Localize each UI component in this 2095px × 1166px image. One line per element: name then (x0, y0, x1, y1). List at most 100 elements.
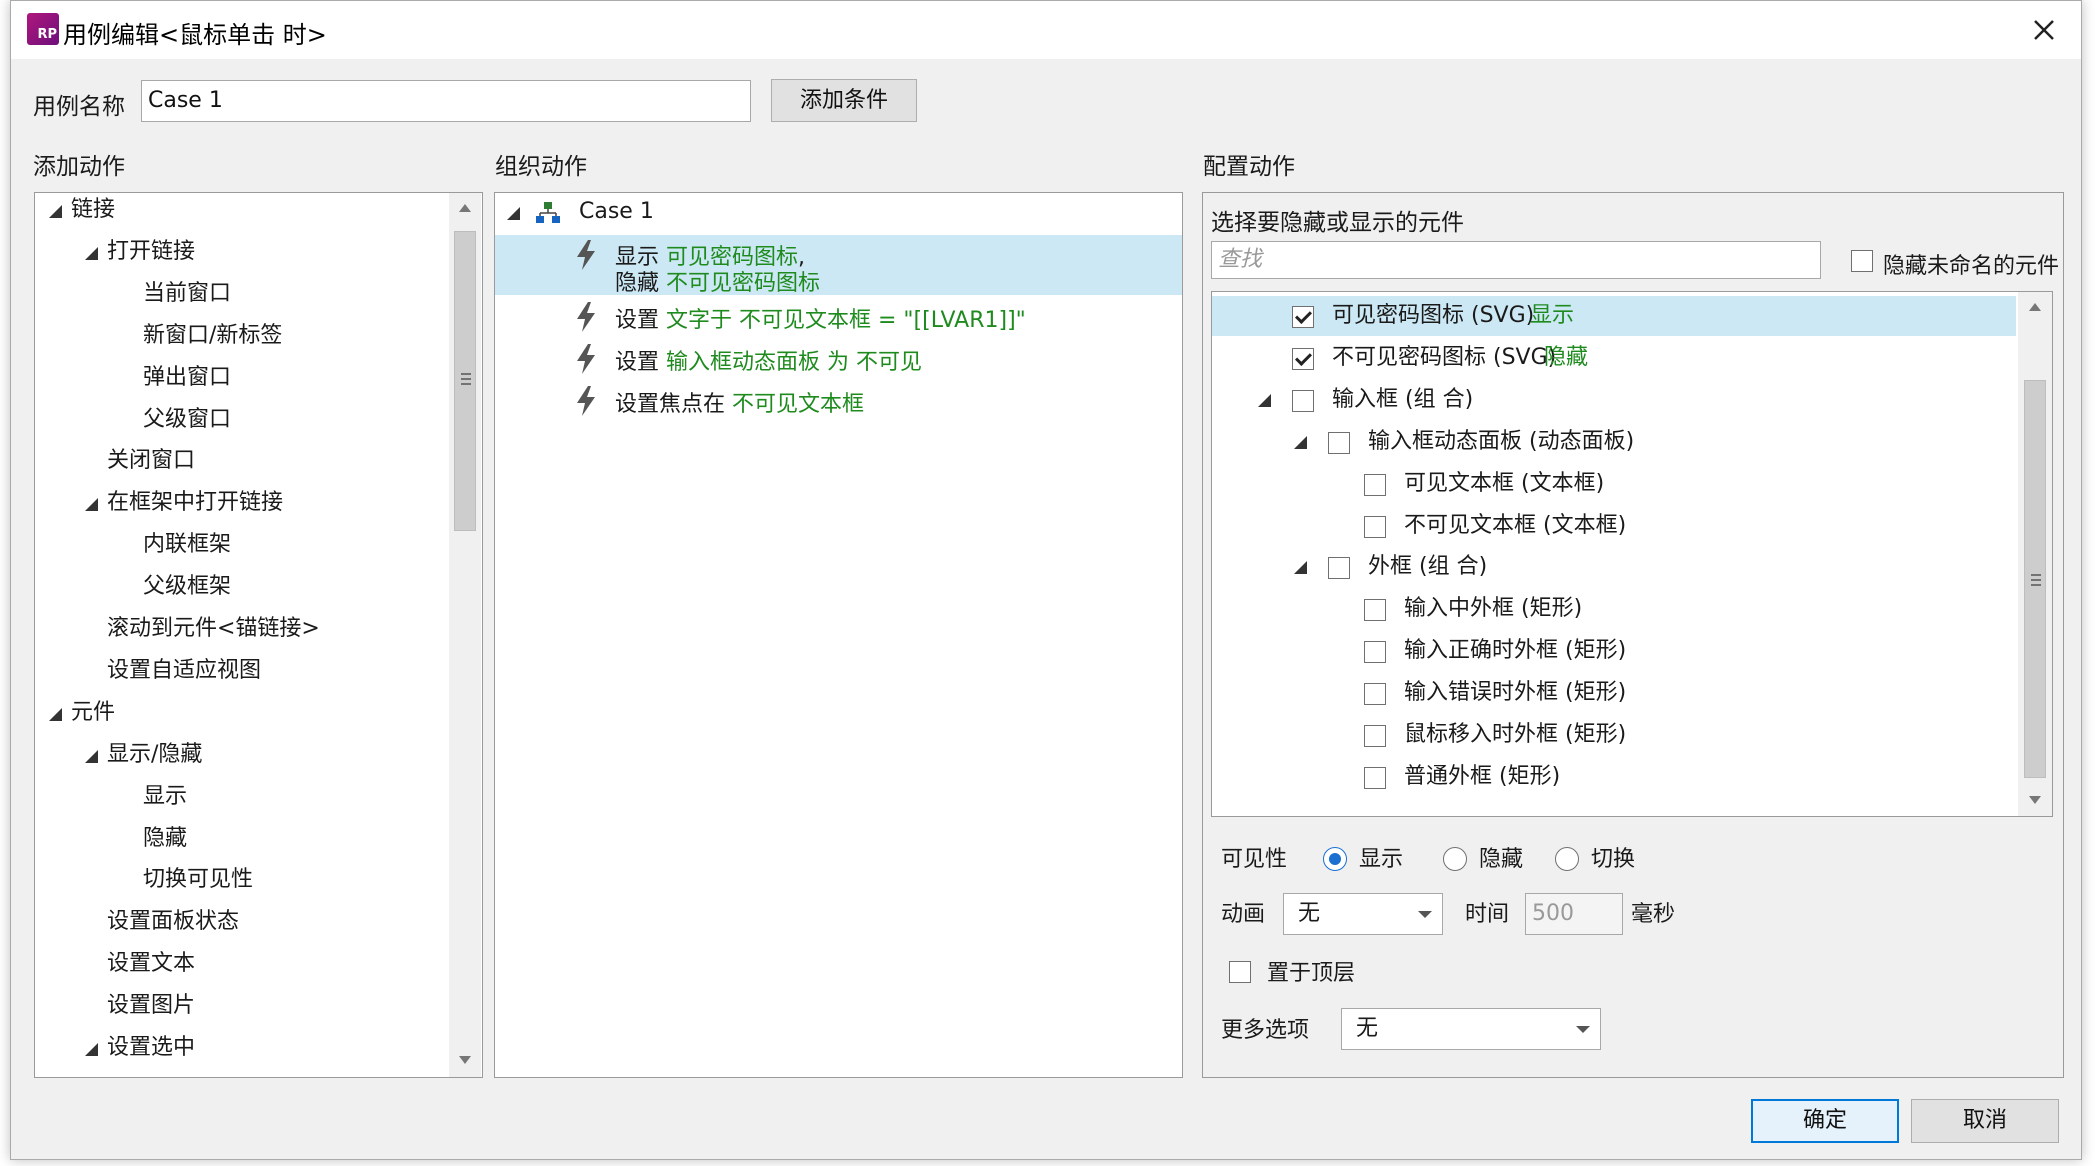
tree-item[interactable]: 打开链接 (35, 237, 445, 269)
expand-triangle-icon[interactable] (85, 749, 98, 763)
chevron-down-icon (1418, 911, 1432, 918)
tree-item-label: 设置选中 (107, 1035, 196, 1060)
case-name-input[interactable]: Case 1 (141, 80, 751, 122)
more-options-select[interactable]: 无 (1341, 1008, 1601, 1050)
expand-triangle-icon[interactable] (85, 498, 98, 512)
widget-item[interactable]: 输入错误时外框 (矩形) (1212, 673, 2016, 713)
widget-checkbox[interactable] (1364, 515, 1386, 538)
action-item[interactable]: 设置 输入框动态面板 为 不可见 (495, 339, 1182, 381)
expand-triangle-icon[interactable] (507, 207, 520, 220)
tree-item[interactable]: 当前窗口 (35, 279, 445, 311)
widget-checkbox[interactable] (1364, 766, 1386, 789)
expand-triangle-icon[interactable] (49, 707, 62, 721)
tree-item[interactable]: 元件 (35, 698, 445, 730)
tree-item[interactable]: 显示/隐藏 (35, 740, 445, 772)
configure-actions-heading: 配置动作 (1203, 154, 1295, 180)
widget-checkbox[interactable] (1364, 683, 1386, 706)
widget-item[interactable]: 输入正确时外框 (矩形) (1212, 631, 2016, 671)
widget-search-input[interactable]: 查找 (1211, 241, 1821, 279)
tree-item[interactable]: 关闭窗口 (35, 446, 445, 478)
tree-item[interactable]: 设置自适应视图 (35, 656, 445, 688)
time-unit-label: 毫秒 (1631, 902, 1676, 927)
scroll-up-icon[interactable] (2028, 302, 2042, 312)
widget-checkbox[interactable] (1364, 599, 1386, 622)
scroll-down-icon[interactable] (458, 1055, 472, 1065)
bring-to-front-checkbox[interactable] (1229, 961, 1251, 983)
tree-item[interactable]: 设置选中 (35, 1033, 445, 1065)
widget-item[interactable]: 可见密码图标 (SVG) 显示 (1212, 296, 2016, 336)
expand-triangle-icon[interactable] (1294, 435, 1307, 449)
action-item[interactable]: 设置 文字于 不可见文本框 = "[[LVAR1]]" (495, 297, 1182, 339)
tree-item[interactable]: 设置图片 (35, 991, 445, 1023)
time-input[interactable]: 500 (1525, 893, 1623, 935)
widget-status: 显示 (1530, 303, 1575, 328)
expand-triangle-icon[interactable] (85, 1043, 98, 1056)
close-button[interactable] (2023, 9, 2065, 51)
tree-item[interactable]: 父级窗口 (35, 405, 445, 437)
widget-checkbox[interactable] (1364, 725, 1386, 747)
add-actions-scrollbar[interactable] (449, 193, 481, 1077)
case-node[interactable]: Case 1 (495, 197, 1182, 229)
tree-item[interactable]: 显示 (35, 782, 445, 814)
tree-item[interactable]: 切换可见性 (35, 865, 445, 897)
tree-item[interactable]: 设置文本 (35, 949, 445, 981)
add-actions-scroll-thumb[interactable] (454, 231, 476, 531)
scroll-down-icon[interactable] (2028, 795, 2042, 805)
widget-item[interactable]: 输入框动态面板 (动态面板) (1212, 422, 2016, 462)
action-line: 设置 文字于 不可见文本框 = "[[LVAR1]]" (615, 302, 1026, 334)
ok-button[interactable]: 确定 (1751, 1099, 1899, 1143)
tree-item[interactable]: 内联框架 (35, 530, 445, 562)
widget-item[interactable]: 不可见密码图标 (SVG) 隐藏 (1212, 338, 2016, 378)
lightning-icon (573, 343, 599, 374)
widget-checkbox[interactable] (1364, 473, 1386, 496)
action-verb: 设置 (615, 350, 666, 375)
visibility-show-label: 显示 (1359, 847, 1404, 872)
expand-triangle-icon[interactable] (1258, 393, 1271, 407)
tree-item-label: 显示/隐藏 (107, 741, 203, 767)
action-verb: 设置焦点在 (615, 392, 732, 417)
animation-select[interactable]: 无 (1283, 893, 1443, 935)
tree-item[interactable]: 新窗口/新标签 (35, 321, 445, 353)
organize-actions-tree: Case 1 显示 可见密码图标, 隐藏 不可见密码图标设置 文字于 不可见文本框… (494, 192, 1183, 1078)
scroll-up-icon[interactable] (458, 203, 472, 213)
cancel-button[interactable]: 取消 (1911, 1099, 2059, 1143)
widget-item[interactable]: 鼠标移入时外框 (矩形) (1212, 715, 2016, 755)
tree-item[interactable]: 弹出窗口 (35, 363, 445, 395)
expand-triangle-icon[interactable] (1294, 561, 1307, 575)
tree-item[interactable]: 链接 (35, 195, 445, 227)
widget-label: 普通外框 (矩形) (1404, 763, 1561, 789)
tree-item-label: 父级框架 (143, 574, 232, 600)
tree-item[interactable]: 父级框架 (35, 572, 445, 604)
close-icon (2034, 20, 2054, 40)
expand-triangle-icon[interactable] (85, 246, 98, 260)
tree-item[interactable]: 设置面板状态 (35, 907, 445, 939)
widget-checkbox[interactable] (1364, 641, 1386, 664)
widget-checkbox[interactable] (1328, 557, 1350, 580)
expand-triangle-icon[interactable] (49, 205, 62, 218)
widget-item[interactable]: 外框 (组 合) (1212, 547, 2016, 587)
widget-checkbox[interactable] (1292, 347, 1314, 370)
widget-checkbox[interactable] (1328, 431, 1350, 454)
add-condition-button[interactable]: 添加条件 (771, 79, 917, 122)
widget-item[interactable]: 不可见文本框 (文本框) (1212, 506, 2016, 546)
tree-item[interactable]: 隐藏 (35, 824, 445, 856)
widgets-scrollbar[interactable] (2018, 292, 2052, 816)
title-bar[interactable]: RP 用例编辑<鼠标单击 时> (11, 1, 2081, 59)
widget-item[interactable]: 输入中外框 (矩形) (1212, 589, 2016, 629)
widget-checkbox[interactable] (1292, 306, 1314, 328)
action-item[interactable]: 显示 可见密码图标, 隐藏 不可见密码图标 (495, 235, 1182, 296)
widgets-scroll-thumb[interactable] (2024, 380, 2046, 778)
widget-item[interactable]: 输入框 (组 合) (1212, 380, 2016, 420)
tree-item[interactable]: 滚动到元件<锚链接> (35, 614, 445, 646)
visibility-hide-radio[interactable] (1443, 847, 1467, 871)
hide-unnamed-checkbox[interactable] (1851, 250, 1873, 272)
action-item[interactable]: 设置焦点在 不可见文本框 (495, 381, 1182, 423)
visibility-show-radio[interactable] (1323, 847, 1347, 871)
add-actions-tree: 链接打开链接当前窗口新窗口/新标签 弹出窗口父级窗口关闭窗口在框架中打开链接 内联框… (34, 192, 483, 1078)
widget-item[interactable]: 普通外框 (矩形) (1212, 757, 2016, 797)
hide-unnamed-label: 隐藏未命名的元件 (1883, 254, 2060, 279)
widget-checkbox[interactable] (1292, 389, 1314, 412)
widget-item[interactable]: 可见文本框 (文本框) (1212, 464, 2016, 504)
visibility-toggle-radio[interactable] (1555, 847, 1579, 871)
tree-item[interactable]: 在框架中打开链接 (35, 488, 445, 520)
